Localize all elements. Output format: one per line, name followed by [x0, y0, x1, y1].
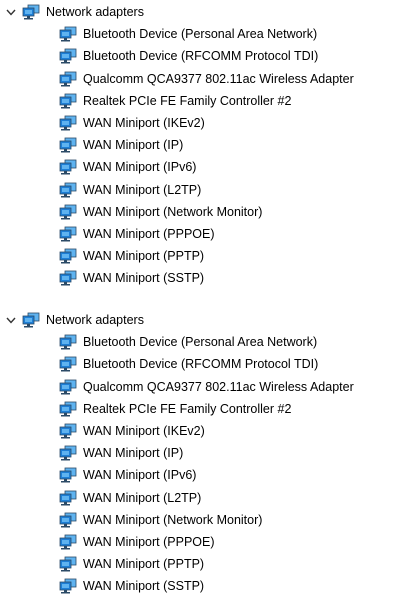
- chevron-down-icon[interactable]: [5, 6, 17, 18]
- device-label: WAN Miniport (PPTP): [83, 557, 205, 572]
- network-adapter-icon: [59, 270, 77, 286]
- network-adapter-icon: [59, 159, 77, 175]
- chevron-down-icon[interactable]: [5, 314, 17, 326]
- device-node[interactable]: WAN Miniport (PPPOE): [0, 223, 407, 245]
- device-node[interactable]: Bluetooth Device (Personal Area Network): [0, 331, 407, 353]
- device-label: Realtek PCIe FE Family Controller #2: [83, 401, 292, 416]
- device-label: WAN Miniport (Network Monitor): [83, 204, 263, 219]
- category-label: Network adapters: [46, 313, 144, 328]
- device-node[interactable]: Bluetooth Device (RFCOMM Protocol TDI): [0, 45, 407, 67]
- device-label: WAN Miniport (Network Monitor): [83, 512, 263, 527]
- device-node[interactable]: WAN Miniport (IPv6): [0, 156, 407, 178]
- category-label: Network adapters: [46, 5, 144, 20]
- device-label: Qualcomm QCA9377 802.11ac Wireless Adapt…: [83, 379, 354, 394]
- network-adapter-icon: [59, 423, 77, 439]
- device-node[interactable]: WAN Miniport (IKEv2): [0, 112, 407, 134]
- device-label: WAN Miniport (PPPOE): [83, 534, 215, 549]
- network-adapter-icon: [59, 534, 77, 550]
- device-node[interactable]: WAN Miniport (SSTP): [0, 267, 407, 289]
- network-adapter-icon: [59, 556, 77, 572]
- device-node[interactable]: WAN Miniport (IKEv2): [0, 420, 407, 442]
- network-adapter-icon: [59, 26, 77, 42]
- device-label: Bluetooth Device (Personal Area Network): [83, 27, 318, 42]
- category-node-network-adapters[interactable]: Network adapters: [0, 309, 407, 331]
- network-adapter-icon: [59, 512, 77, 528]
- device-tree: Network adapters Bluetooth Device (Person…: [0, 0, 407, 596]
- network-adapter-icon: [22, 4, 40, 20]
- network-adapter-icon: [22, 312, 40, 328]
- network-adapter-icon: [59, 445, 77, 461]
- device-node[interactable]: Bluetooth Device (Personal Area Network): [0, 23, 407, 45]
- network-adapter-icon: [59, 578, 77, 594]
- device-node[interactable]: Qualcomm QCA9377 802.11ac Wireless Adapt…: [0, 68, 407, 90]
- device-node[interactable]: WAN Miniport (PPTP): [0, 553, 407, 575]
- device-node[interactable]: WAN Miniport (L2TP): [0, 179, 407, 201]
- device-label: WAN Miniport (PPTP): [83, 249, 205, 264]
- device-node[interactable]: Realtek PCIe FE Family Controller #2: [0, 398, 407, 420]
- device-label: Bluetooth Device (Personal Area Network): [83, 335, 318, 350]
- device-node[interactable]: Realtek PCIe FE Family Controller #2: [0, 90, 407, 112]
- device-node[interactable]: WAN Miniport (Network Monitor): [0, 201, 407, 223]
- network-adapter-icon: [59, 204, 77, 220]
- device-label: WAN Miniport (IKEv2): [83, 116, 205, 131]
- device-node[interactable]: WAN Miniport (Network Monitor): [0, 509, 407, 531]
- network-adapter-icon: [59, 467, 77, 483]
- network-adapter-icon: [59, 379, 77, 395]
- device-label: WAN Miniport (IPv6): [83, 160, 197, 175]
- device-node[interactable]: WAN Miniport (IPv6): [0, 464, 407, 486]
- device-label: Realtek PCIe FE Family Controller #2: [83, 93, 292, 108]
- device-node[interactable]: WAN Miniport (SSTP): [0, 575, 407, 597]
- device-node[interactable]: Bluetooth Device (RFCOMM Protocol TDI): [0, 353, 407, 375]
- network-adapter-icon: [59, 115, 77, 131]
- network-adapter-icon: [59, 71, 77, 87]
- device-node[interactable]: WAN Miniport (IP): [0, 134, 407, 156]
- network-adapter-icon: [59, 490, 77, 506]
- network-adapter-icon: [59, 401, 77, 417]
- network-adapter-icon: [59, 93, 77, 109]
- device-label: WAN Miniport (SSTP): [83, 271, 205, 286]
- device-node[interactable]: WAN Miniport (PPPOE): [0, 531, 407, 553]
- device-label: WAN Miniport (IPv6): [83, 468, 197, 483]
- device-label: Bluetooth Device (RFCOMM Protocol TDI): [83, 49, 319, 64]
- device-label: Bluetooth Device (RFCOMM Protocol TDI): [83, 357, 319, 372]
- device-category-group: Network adapters Bluetooth Device (Person…: [0, 1, 407, 289]
- device-label: WAN Miniport (L2TP): [83, 182, 202, 197]
- device-label: WAN Miniport (PPPOE): [83, 226, 215, 241]
- network-adapter-icon: [59, 48, 77, 64]
- device-label: WAN Miniport (IP): [83, 446, 184, 461]
- device-label: WAN Miniport (IP): [83, 138, 184, 153]
- device-label: WAN Miniport (L2TP): [83, 490, 202, 505]
- network-adapter-icon: [59, 182, 77, 198]
- network-adapter-icon: [59, 226, 77, 242]
- device-node[interactable]: WAN Miniport (PPTP): [0, 245, 407, 267]
- network-adapter-icon: [59, 356, 77, 372]
- device-category-group: Network adapters Bluetooth Device (Person…: [0, 309, 407, 597]
- network-adapter-icon: [59, 334, 77, 350]
- device-label: Qualcomm QCA9377 802.11ac Wireless Adapt…: [83, 71, 354, 86]
- device-node[interactable]: WAN Miniport (L2TP): [0, 487, 407, 509]
- network-adapter-icon: [59, 248, 77, 264]
- device-node[interactable]: Qualcomm QCA9377 802.11ac Wireless Adapt…: [0, 376, 407, 398]
- device-label: WAN Miniport (IKEv2): [83, 424, 205, 439]
- network-adapter-icon: [59, 137, 77, 153]
- category-node-network-adapters[interactable]: Network adapters: [0, 1, 407, 23]
- device-node[interactable]: WAN Miniport (IP): [0, 442, 407, 464]
- device-label: WAN Miniport (SSTP): [83, 579, 205, 594]
